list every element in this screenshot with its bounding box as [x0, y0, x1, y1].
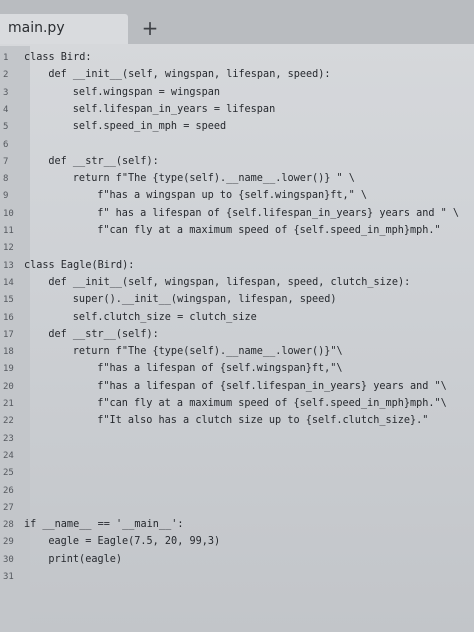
code-text: class Bird: — [24, 52, 92, 63]
line-number: 19 — [3, 364, 14, 375]
line-number: 22 — [3, 416, 14, 427]
line-number: 15 — [3, 295, 14, 306]
code-line[interactable]: 15 super().__init__(wingspan, lifespan, s… — [0, 292, 474, 308]
code-line[interactable]: 23 — [0, 431, 474, 447]
code-text: self.wingspan = wingspan — [72, 86, 220, 98]
line-number: 4 — [3, 104, 9, 115]
line-number: 30 — [3, 554, 14, 565]
code-line[interactable]: 18 return f"The {type(self).__name__.lowe… — [0, 344, 474, 360]
code-text: f"can fly at a maximum speed of {self.sp… — [97, 225, 441, 236]
line-number: 2 — [3, 70, 9, 81]
code-line[interactable]: 22 f"It also has a clutch size up to {sel… — [0, 413, 474, 429]
code-text: f"It also has a clutch size up to {self.… — [97, 415, 429, 427]
code-text: eagle = Eagle(7.5, 20, 99,3) — [48, 536, 221, 548]
code-line[interactable]: 2 def __init__(self, wingspan, lifespan, … — [0, 67, 474, 83]
code-text: def __init__(self, wingspan, lifespan, s… — [48, 276, 411, 288]
code-text: f"has a lifespan of {self.wingspan}ft,"\ — [97, 363, 343, 375]
line-number: 16 — [3, 312, 14, 323]
code-line[interactable]: 24 — [0, 448, 474, 464]
code-line[interactable]: 31 — [0, 569, 474, 585]
code-line[interactable]: 26 — [0, 483, 474, 499]
code-text: self.clutch_size = clutch_size — [72, 311, 257, 323]
line-number: 20 — [3, 381, 14, 392]
line-number: 5 — [3, 122, 9, 133]
code-line[interactable]: 3 self.wingspan = wingspan — [0, 85, 474, 101]
code-line[interactable]: 28 if __name__ == '__main__': — [0, 517, 474, 533]
code-text: self.lifespan_in_years = lifespan — [72, 103, 276, 115]
code-line[interactable]: 6 — [0, 137, 474, 153]
code-line[interactable]: 17 def __str__(self): — [0, 327, 474, 343]
line-number: 11 — [3, 226, 14, 236]
code-text: return f"The {type(self).__name__.lower(… — [72, 346, 343, 358]
code-line[interactable]: 12 — [0, 240, 474, 256]
line-number: 28 — [3, 520, 14, 531]
code-line[interactable]: 7 def __str__(self): — [0, 154, 474, 170]
line-number: 21 — [3, 399, 14, 409]
line-number: 27 — [3, 502, 14, 513]
code-line[interactable]: 30 print(eagle) — [0, 552, 474, 568]
code-text: f"has a lifespan of {self.lifespan_in_ye… — [97, 380, 447, 392]
line-number: 12 — [3, 243, 14, 254]
line-number: 7 — [3, 156, 9, 167]
code-text: print(eagle) — [48, 553, 122, 565]
code-line[interactable]: 8 return f"The {type(self).__name__.lower… — [0, 171, 474, 187]
code-line[interactable]: 20 f"has a lifespan of {self.lifespan_in_… — [0, 379, 474, 395]
code-text: f" has a lifespan of {self.lifespan_in_y… — [97, 207, 460, 219]
line-number: 26 — [3, 485, 14, 496]
code-line[interactable]: 27 — [0, 500, 474, 516]
line-number: 14 — [3, 277, 14, 288]
line-number: 13 — [3, 260, 14, 271]
editor-window: main.py + 1 class Bird: 2 def __init__(self… — [0, 0, 474, 632]
code-line[interactable]: 19 f"has a lifespan of {self.wingspan}ft,… — [0, 361, 474, 377]
code-line[interactable]: 29 eagle = Eagle(7.5, 20, 99,3) — [0, 534, 474, 550]
line-number: 10 — [3, 208, 14, 219]
code-text: f"can fly at a maximum speed of {self.sp… — [97, 398, 447, 409]
code-line[interactable]: 11 f"can fly at a maximum speed of {self.… — [0, 223, 474, 239]
code-text: def __init__(self, wingspan, lifespan, s… — [48, 69, 331, 81]
add-tab-button[interactable]: + — [140, 16, 160, 40]
code-line[interactable]: 1 class Bird: — [0, 50, 474, 66]
code-line[interactable]: 21 f"can fly at a maximum speed of {self.… — [0, 396, 474, 412]
line-number: 6 — [3, 139, 9, 150]
tab-main-py[interactable]: main.py — [0, 14, 128, 44]
code-text: self.speed_in_mph = speed — [72, 121, 227, 133]
line-number: 25 — [3, 468, 14, 479]
code-line[interactable]: 13 class Eagle(Bird): — [0, 258, 474, 274]
code-line[interactable]: 9 f"has a wingspan up to {self.wingspan}f… — [0, 188, 474, 204]
code-editor[interactable]: 1 class Bird: 2 def __init__(self, wingspan… — [0, 46, 474, 632]
line-number: 31 — [3, 572, 14, 582]
line-number: 1 — [3, 53, 9, 63]
line-number: 9 — [3, 191, 9, 202]
line-number: 24 — [3, 450, 14, 461]
code-text: if __name__ == '__main__': — [24, 519, 184, 531]
line-number: 17 — [3, 329, 14, 340]
code-text: class Eagle(Bird): — [24, 259, 135, 271]
code-text: def __str__(self): — [48, 155, 159, 167]
tab-bar: main.py + — [0, 0, 474, 44]
code-line[interactable]: 16 self.clutch_size = clutch_size — [0, 310, 474, 326]
tab-label: main.py — [8, 20, 65, 36]
code-text: f"has a wingspan up to {self.wingspan}ft… — [97, 190, 368, 202]
line-number: 29 — [3, 537, 14, 548]
code-line[interactable]: 4 self.lifespan_in_years = lifespan — [0, 102, 474, 118]
code-text: return f"The {type(self).__name__.lower(… — [72, 173, 355, 185]
code-line[interactable]: 25 — [0, 465, 474, 481]
code-line[interactable]: 10 f" has a lifespan of {self.lifespan_in… — [0, 206, 474, 222]
line-number: 3 — [3, 87, 9, 98]
code-line[interactable]: 5 self.speed_in_mph = speed — [0, 119, 474, 135]
line-number: 8 — [3, 174, 9, 185]
code-line[interactable]: 14 def __init__(self, wingspan, lifespan,… — [0, 275, 474, 291]
code-text: super().__init__(wingspan, lifespan, spe… — [72, 294, 337, 306]
code-text: def __str__(self): — [48, 328, 159, 340]
line-number: 18 — [3, 347, 14, 358]
line-number: 23 — [3, 433, 14, 444]
